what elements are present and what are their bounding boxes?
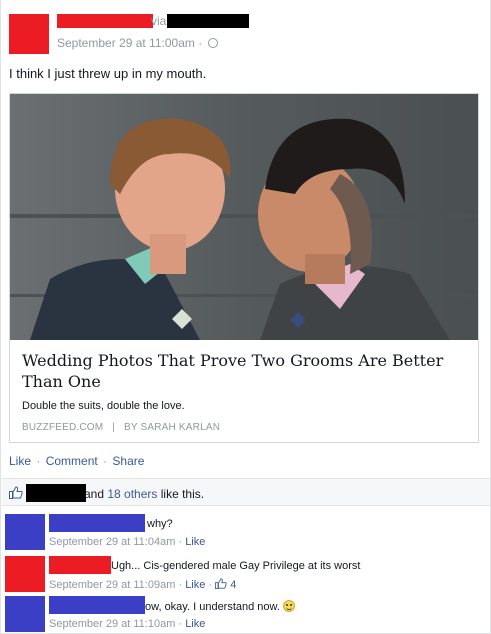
- poster-name-redacted[interactable]: [57, 14, 153, 28]
- link-source[interactable]: BUZZFEED.COM | BY SARAH KARLAN: [22, 422, 220, 433]
- comment-button[interactable]: Comment: [46, 454, 98, 468]
- feed-post: via September 29 at 11:00am · I think I …: [0, 0, 491, 634]
- grooms-photo-illustration: [10, 94, 478, 340]
- link-preview-photo[interactable]: [10, 94, 478, 340]
- link-description: Double the suits, double the love.: [22, 400, 185, 412]
- link-title[interactable]: Wedding Photos That Prove Two Grooms Are…: [22, 350, 462, 392]
- likes-summary: and 18 others like this.: [2, 478, 490, 506]
- post-actions: Like · Comment · Share: [9, 454, 144, 468]
- likes-suffix: like this.: [157, 487, 205, 501]
- comment-like-button[interactable]: Like: [185, 536, 205, 548]
- globe-icon[interactable]: [207, 38, 218, 48]
- meta-separator: ·: [178, 618, 183, 630]
- meta-separator: ·: [208, 579, 213, 591]
- meta-separator: ·: [178, 579, 183, 591]
- comment-text: Ugh... Cis-gendered male Gay Privilege a…: [111, 560, 361, 572]
- meta-separator: ·: [178, 536, 183, 548]
- post-status-text: I think I just threw up in my mouth.: [9, 66, 207, 81]
- poster-avatar-redacted[interactable]: [9, 14, 49, 54]
- thumbs-up-icon[interactable]: [215, 578, 227, 589]
- shared-link-card[interactable]: Wedding Photos That Prove Two Grooms Are…: [9, 93, 479, 443]
- commenter-name-redacted[interactable]: [49, 514, 145, 532]
- others-link[interactable]: 18 others: [107, 487, 157, 501]
- comment-like-count[interactable]: 4: [230, 579, 236, 591]
- commenter-avatar-redacted[interactable]: [5, 556, 45, 592]
- comment-timestamp[interactable]: September 29 at 11:04am: [49, 536, 175, 548]
- commenter-avatar-redacted[interactable]: [5, 596, 45, 632]
- action-separator: ·: [36, 454, 41, 468]
- commenter-avatar-redacted[interactable]: [5, 514, 45, 550]
- comment-text-body: ow, okay. I understand now.: [145, 601, 280, 613]
- via-page-redacted[interactable]: [167, 14, 249, 28]
- via-label: via: [151, 14, 167, 28]
- comment-meta: September 29 at 11:09am · Like · 4: [49, 578, 236, 591]
- comment-like-button[interactable]: Like: [185, 618, 205, 630]
- comment-timestamp[interactable]: September 29 at 11:10am: [49, 618, 175, 630]
- comment-text: why?: [147, 518, 173, 530]
- smiley-emoticon-icon: [283, 600, 296, 612]
- comment-meta: September 29 at 11:04am · Like: [49, 536, 205, 548]
- meta-separator: ·: [198, 36, 203, 50]
- comment-timestamp[interactable]: September 29 at 11:09am: [49, 579, 175, 591]
- post-timestamp[interactable]: September 29 at 11:00am: [57, 36, 195, 50]
- like-button[interactable]: Like: [9, 454, 31, 468]
- thumbs-up-icon: [9, 486, 23, 499]
- action-separator: ·: [103, 454, 108, 468]
- post-meta: September 29 at 11:00am ·: [57, 36, 218, 50]
- commenter-name-redacted[interactable]: [49, 596, 145, 614]
- commenter-name-redacted[interactable]: [49, 556, 111, 574]
- comment-like-button[interactable]: Like: [185, 579, 205, 591]
- likes-prefix: and: [84, 487, 108, 501]
- liker-name-redacted[interactable]: [26, 484, 86, 502]
- likes-text: and 18 others like this.: [84, 487, 204, 501]
- comment-meta: September 29 at 11:10am · Like: [49, 618, 205, 630]
- share-button[interactable]: Share: [112, 454, 144, 468]
- comment-text: ow, okay. I understand now.: [145, 600, 296, 613]
